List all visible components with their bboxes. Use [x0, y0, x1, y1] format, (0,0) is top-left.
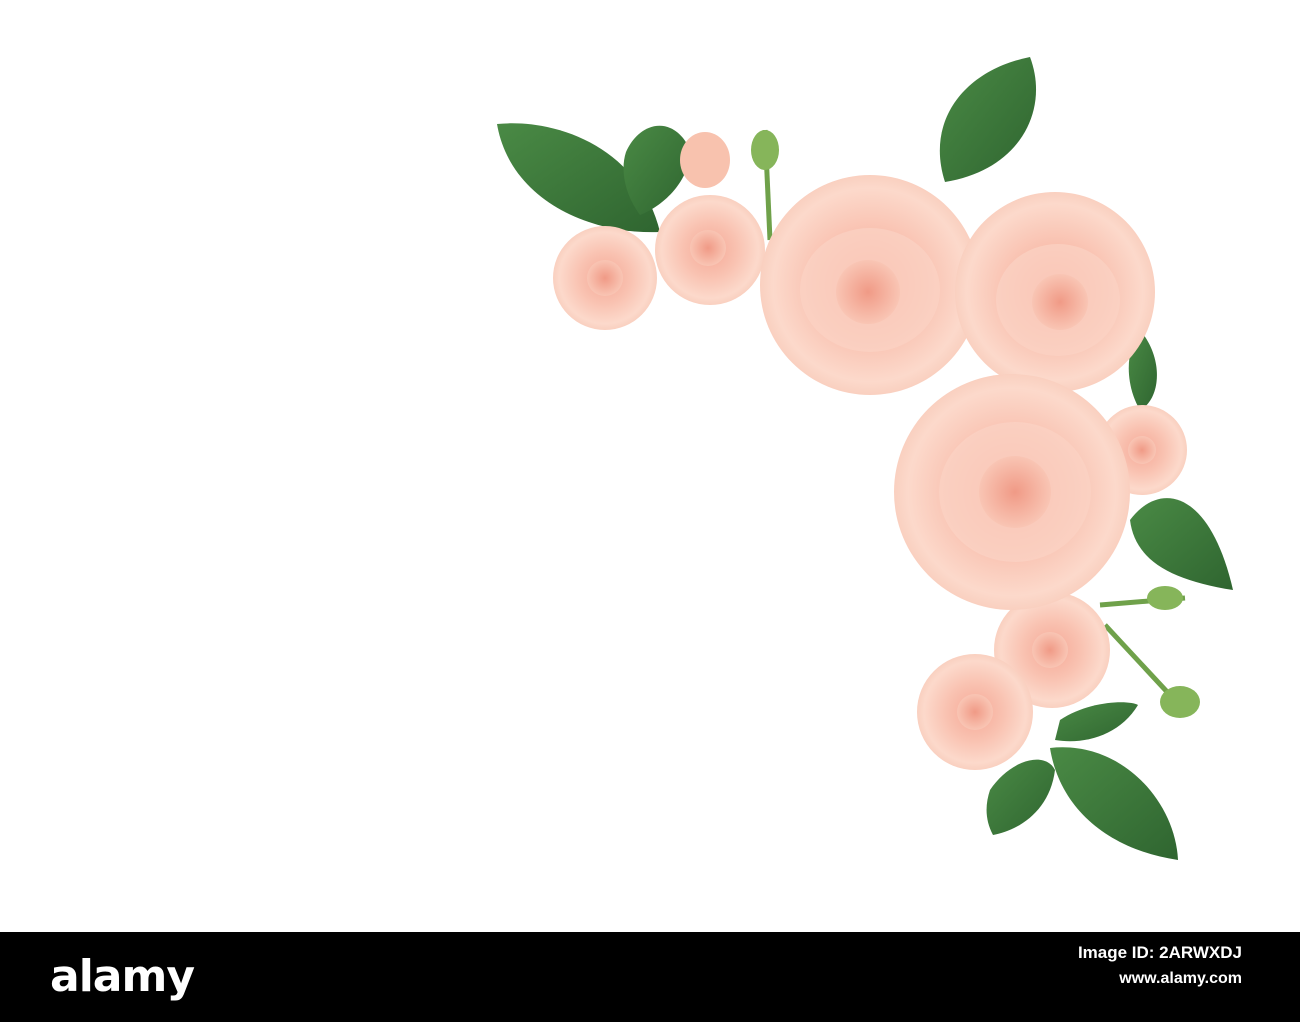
rose-bud [1160, 686, 1200, 718]
image-id-block: Image ID: 2ARWXDJ www.alamy.com [1078, 942, 1242, 989]
rose-bud [680, 132, 730, 188]
rose-center [1032, 632, 1068, 668]
stock-photo [0, 0, 1300, 932]
rose-arrangement-illustration [497, 57, 1233, 860]
leaf [1130, 498, 1233, 590]
stem [1103, 623, 1172, 697]
image-id-label: Image ID: 2ARWXDJ [1077, 943, 1242, 962]
rose-bud [1147, 586, 1183, 610]
rose-center [587, 260, 623, 296]
large-roses [760, 175, 1155, 610]
rose-center [690, 230, 726, 266]
leaf [986, 759, 1055, 835]
leaf [1055, 702, 1138, 742]
rose-center [836, 260, 900, 324]
alamy-logo: alamy [50, 951, 195, 1002]
watermark-footer: alamy Image ID: 2ARWXDJ www.alamy.com [0, 932, 1300, 1022]
rose-center [957, 694, 993, 730]
leaf [1050, 747, 1178, 860]
site-url: www.alamy.com [1119, 970, 1242, 988]
rose-center [1032, 274, 1088, 330]
rose-center [1128, 436, 1156, 464]
rose-center [979, 456, 1051, 528]
rose-bud [751, 130, 779, 170]
leaf [939, 57, 1037, 182]
leaf [623, 125, 690, 215]
